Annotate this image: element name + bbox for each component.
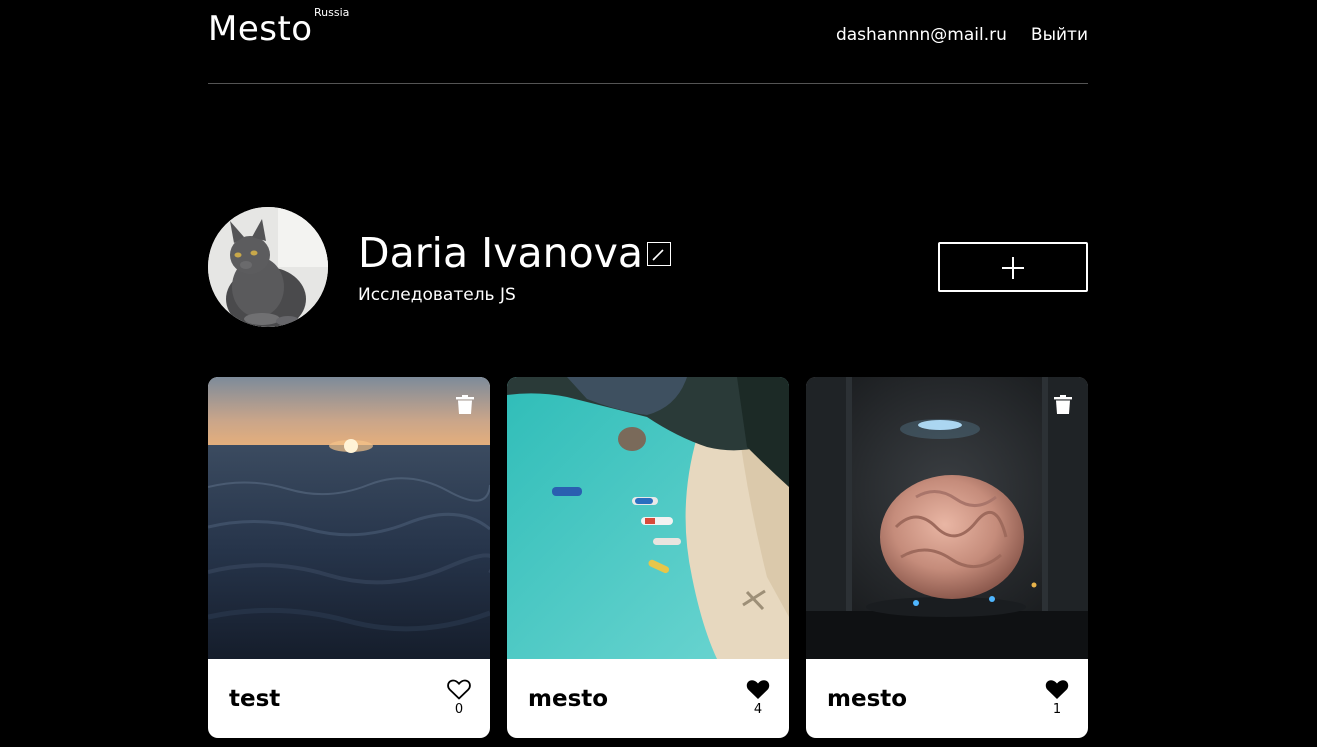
logo-region-label: Russia [314, 6, 350, 19]
logout-link[interactable]: Выйти [1031, 23, 1088, 47]
plus-icon [1002, 257, 1024, 279]
card-caption: mesto 1 [806, 659, 1088, 738]
avatar-cat-image [208, 207, 328, 327]
cards-grid: test 0 mesto 4 mesto 1 [208, 377, 1088, 738]
like-button[interactable] [447, 679, 471, 700]
card-title: test [229, 686, 281, 712]
sunset-sea-image [208, 377, 490, 659]
logo[interactable]: Mesto [208, 9, 313, 49]
like-count: 0 [454, 702, 464, 717]
like-group: 0 [447, 679, 471, 718]
card-caption: test 0 [208, 659, 490, 738]
profile-about: Исследователь JS [358, 285, 516, 305]
trash-icon [456, 395, 474, 414]
card-image[interactable] [806, 377, 1088, 659]
brain-hangar-image [806, 377, 1088, 659]
heart-filled-icon [746, 680, 770, 699]
profile: Daria Ivanova Исследователь JS [208, 207, 1088, 327]
aerial-beach-image [507, 377, 789, 659]
delete-card-button[interactable] [456, 395, 474, 414]
heart-filled-icon [1045, 680, 1069, 699]
add-card-button[interactable] [938, 242, 1088, 292]
like-button[interactable] [1045, 679, 1069, 700]
delete-card-button[interactable] [1054, 395, 1072, 414]
avatar[interactable] [208, 207, 328, 327]
heart-outline-icon [447, 679, 471, 700]
card: mesto 1 [806, 377, 1088, 738]
card-title: mesto [827, 686, 908, 712]
card-image[interactable] [507, 377, 789, 659]
trash-icon [1054, 395, 1072, 414]
like-group: 1 [1045, 679, 1069, 718]
card: mesto 4 [507, 377, 789, 738]
header: Mesto Russia dashannnn@mail.ru Выйти [208, 0, 1088, 84]
like-button[interactable] [746, 679, 770, 700]
header-user-menu: dashannnn@mail.ru Выйти [836, 23, 1088, 47]
card-image[interactable] [208, 377, 490, 659]
card-title: mesto [528, 686, 609, 712]
user-email: dashannnn@mail.ru [835, 25, 1007, 45]
like-count: 4 [753, 702, 763, 717]
like-count: 1 [1052, 702, 1062, 717]
edit-profile-button[interactable] [647, 242, 671, 266]
card: test 0 [208, 377, 490, 738]
page: Mesto Russia dashannnn@mail.ru Выйти Dar… [0, 0, 1317, 747]
profile-name: Daria Ivanova [358, 229, 644, 277]
pencil-icon [652, 249, 664, 261]
like-group: 4 [746, 679, 770, 718]
card-caption: mesto 4 [507, 659, 789, 738]
